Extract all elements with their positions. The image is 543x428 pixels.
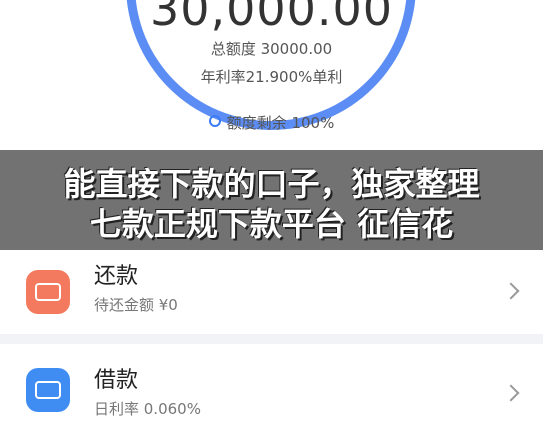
borrow-entry[interactable]: 借款 日利率 0.060% [0,344,543,428]
quota-panel: 30,000.00 总额度 30000.00 年利率21.900%单利 额度剩余… [0,0,543,150]
remaining-quota-text: 额度剩余 100% [226,114,335,132]
repay-title: 还款 [94,264,139,289]
remaining-quota: 额度剩余 100% [0,112,543,133]
repay-card-icon [26,270,70,314]
available-amount: 30,000.00 [149,0,394,36]
borrow-card-icon [26,368,70,412]
borrow-title: 借款 [94,368,139,393]
overlay-headline-1: 能直接下款的口子，独家整理 [63,165,480,203]
repay-entry[interactable]: 还款 待还金额 ¥0 [0,250,543,334]
repay-subtitle: 待还金额 ¥0 [94,296,178,314]
annual-rate-text: 年利率21.900%单利 [200,68,343,86]
overlay-headline-2: 七款正规下款平台 征信花 [89,205,454,243]
total-quota-text: 总额度 30000.00 [210,40,333,58]
promo-overlay-banner: 能直接下款的口子，独家整理 七款正规下款平台 征信花 [0,150,543,257]
chevron-right-icon [502,384,520,402]
circle-dot-icon [208,115,221,127]
borrow-subtitle: 日利率 0.060% [94,400,201,418]
chevron-right-icon [502,282,520,300]
